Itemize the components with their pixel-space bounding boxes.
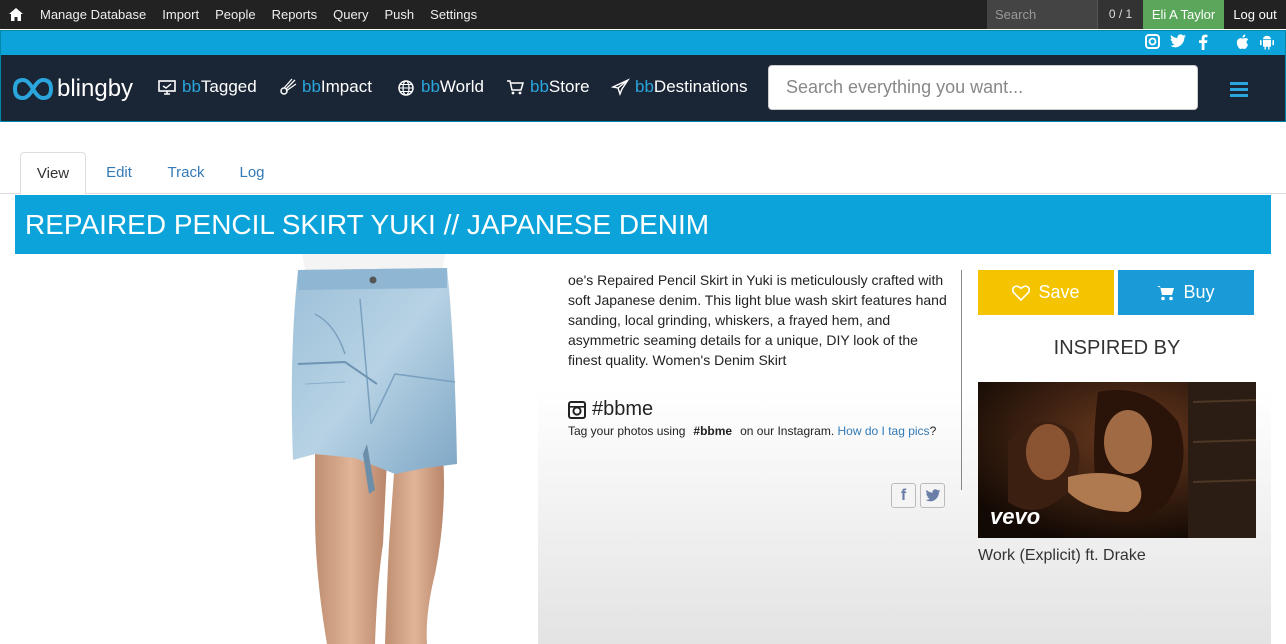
local-tasks-tabs: View Edit Track Log — [0, 152, 1286, 195]
tag-suffix: on our Instagram. — [740, 424, 835, 438]
nav-bbdestinations[interactable]: bb Destinations — [611, 77, 747, 97]
logo-text: blingby — [57, 75, 134, 102]
vevo-logo: vevo — [990, 504, 1041, 529]
android-icon[interactable] — [1258, 34, 1275, 51]
site-search-input[interactable]: Search everything you want... — [768, 65, 1198, 110]
hamburger-menu-icon[interactable] — [1230, 82, 1248, 97]
product-image — [15, 254, 538, 644]
twitter-share-icon[interactable] — [920, 483, 945, 508]
how-to-tag-link[interactable]: How do I tag pics — [838, 424, 930, 438]
buy-label: Buy — [1183, 282, 1215, 302]
tab-edit[interactable]: Edit — [90, 152, 148, 194]
tag-end: ? — [929, 424, 937, 438]
admin-menu-settings[interactable]: Settings — [422, 0, 485, 29]
title-bar: REPAIRED PENCIL SKIRT YUKI // JAPANESE D… — [15, 195, 1271, 254]
admin-menu-people[interactable]: People — [207, 0, 263, 29]
instagram-icon — [568, 400, 586, 419]
plane-icon — [611, 78, 630, 96]
tab-view[interactable]: View — [20, 152, 86, 195]
cart-icon — [507, 80, 524, 95]
hashtag-text: #bbme — [592, 398, 654, 420]
comet-icon — [280, 78, 297, 95]
twitter-icon[interactable] — [1169, 34, 1186, 51]
video-thumbnail[interactable]: vevo — [978, 382, 1256, 538]
main-nav: blingby bb Tagged bb Impact bb World bb Stor… — [1, 55, 1285, 121]
nav-prefix: bb — [421, 77, 440, 96]
nav-prefix: bb — [530, 77, 549, 96]
logout-link[interactable]: Log out — [1224, 0, 1286, 29]
nav-label: Tagged — [200, 77, 257, 96]
video-title[interactable]: Work (Explicit) ft. Drake — [978, 547, 1146, 565]
tag-instructions: Tag your photos using #bbme on our Instagr… — [568, 424, 936, 438]
admin-menu-manage-database[interactable]: Manage Database — [32, 0, 154, 29]
nav-label: Destinations — [653, 77, 748, 96]
notification-count[interactable]: 0 / 1 — [1097, 0, 1143, 29]
tab-log[interactable]: Log — [225, 152, 279, 194]
admin-menu-import[interactable]: Import — [154, 0, 207, 29]
site-header: blingby bb Tagged bb Impact bb World bb Stor… — [0, 30, 1286, 122]
user-account-link[interactable]: Eli A Taylor — [1143, 0, 1224, 29]
facebook-icon[interactable] — [1194, 34, 1211, 51]
heart-icon — [1012, 284, 1031, 301]
nav-bbworld[interactable]: bb World — [397, 77, 484, 97]
blingby-logo[interactable]: blingby — [13, 75, 133, 103]
tab-track[interactable]: Track — [155, 152, 217, 194]
nav-prefix: bb — [182, 77, 201, 96]
nav-bbimpact[interactable]: bb Impact — [278, 77, 372, 97]
home-icon[interactable] — [0, 0, 32, 29]
nav-prefix: bb — [302, 77, 321, 96]
admin-toolbar: Manage Database Import People Reports Qu… — [0, 0, 1286, 29]
nav-label: World — [439, 77, 485, 96]
tag-prefix: Tag your photos using — [568, 424, 686, 438]
nav-label: Store — [548, 77, 590, 96]
facebook-share-icon[interactable]: f — [891, 483, 916, 508]
save-button[interactable]: Save — [978, 270, 1114, 315]
nav-bbtagged[interactable]: bb Tagged — [158, 77, 257, 97]
nav-prefix: bb — [635, 77, 654, 96]
admin-search-input[interactable]: Search — [987, 0, 1097, 29]
admin-menu-push[interactable]: Push — [377, 0, 423, 29]
cart-icon — [1157, 285, 1175, 300]
monitor-icon — [158, 80, 176, 95]
page-title: REPAIRED PENCIL SKIRT YUKI // JAPANESE D… — [25, 209, 710, 240]
infinity-logo-icon — [13, 77, 53, 101]
nav-label: Impact — [320, 77, 372, 96]
instagram-icon[interactable] — [1144, 34, 1161, 51]
vertical-divider — [961, 270, 962, 490]
inspired-by-heading: INSPIRED BY — [978, 325, 1256, 371]
admin-menu-query[interactable]: Query — [325, 0, 376, 29]
product-description: oe's Repaired Pencil Skirt in Yuki is me… — [568, 272, 947, 368]
hashtag-heading: #bbme — [568, 398, 653, 421]
save-label: Save — [1038, 282, 1080, 302]
tag-bold: #bbme — [693, 424, 733, 438]
nav-bbstore[interactable]: bb Store — [506, 77, 590, 97]
social-strip — [1, 31, 1285, 55]
buy-button[interactable]: Buy — [1118, 270, 1254, 315]
admin-menu-reports[interactable]: Reports — [264, 0, 326, 29]
apple-icon[interactable] — [1233, 34, 1250, 51]
globe-icon — [398, 80, 414, 96]
